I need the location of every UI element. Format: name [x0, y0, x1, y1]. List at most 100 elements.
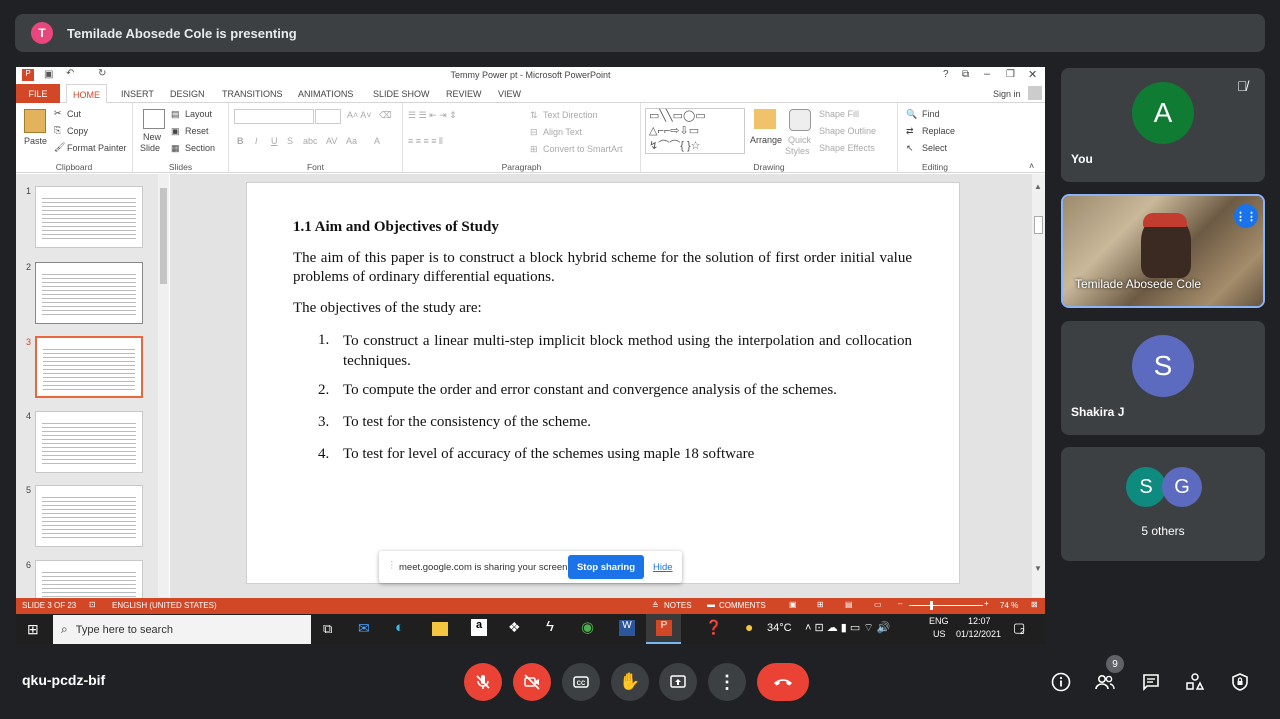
- font-size-box[interactable]: [315, 109, 341, 124]
- minimize-icon[interactable]: –: [984, 68, 990, 80]
- participant-tile-others[interactable]: S G 5 others: [1061, 447, 1265, 561]
- clear-format-icon[interactable]: ⌫: [379, 110, 392, 121]
- arrange-icon[interactable]: [754, 109, 776, 129]
- reset-button[interactable]: Reset: [185, 126, 209, 136]
- raise-hand-button[interactable]: ✋: [611, 663, 649, 701]
- bullets-icon[interactable]: ☰ ☰ ⇤ ⇥ ⇕: [408, 110, 457, 121]
- convert-smartart-button[interactable]: Convert to SmartArt: [543, 144, 623, 154]
- captions-button[interactable]: CC: [562, 663, 600, 701]
- zoom-in-icon[interactable]: +: [984, 599, 989, 608]
- select-button[interactable]: Select: [922, 143, 947, 153]
- tab-file[interactable]: FILE: [16, 84, 60, 103]
- windows-start-icon[interactable]: ⊞: [27, 621, 39, 638]
- task-view-icon[interactable]: ⧉: [323, 621, 332, 637]
- host-controls-button[interactable]: [1228, 670, 1252, 694]
- font-color-icon[interactable]: A: [374, 136, 380, 146]
- taskbar-search[interactable]: ⌕ Type here to search: [53, 615, 311, 644]
- weather-icon[interactable]: ●: [745, 619, 753, 635]
- hide-button[interactable]: Hide: [653, 562, 673, 573]
- slide-thumbnail[interactable]: [35, 262, 143, 324]
- present-button[interactable]: [659, 663, 697, 701]
- slide-thumbnail[interactable]: [35, 186, 143, 248]
- slide-scrollbar[interactable]: ▲ ▼: [1032, 174, 1045, 598]
- close-icon[interactable]: ✕: [1028, 68, 1037, 81]
- slide-sorter-icon[interactable]: ⊞: [817, 600, 824, 609]
- tab-home[interactable]: HOME: [66, 84, 107, 104]
- quick-styles-icon[interactable]: [789, 109, 811, 131]
- text-direction-button[interactable]: Text Direction: [543, 110, 598, 120]
- align-icons[interactable]: ≡ ≡ ≡ ≡ ⫴: [408, 136, 443, 147]
- shape-effects-button[interactable]: Shape Effects: [819, 143, 875, 153]
- cut-icon[interactable]: ✂: [54, 108, 62, 119]
- dropbox-icon[interactable]: ❖: [508, 619, 521, 636]
- slide-scroll-thumb[interactable]: [1034, 216, 1043, 234]
- spacing-icon[interactable]: AV: [326, 136, 337, 146]
- layout-icon[interactable]: ▤: [171, 109, 180, 120]
- shapes-gallery[interactable]: ▭╲╲▭◯▭ △⌐⌐⇨⇩▭ ↯⌒⌒{ }☆: [645, 108, 745, 154]
- spell-check-icon[interactable]: ⊡: [89, 600, 96, 609]
- reading-view-icon[interactable]: ▤: [845, 600, 853, 609]
- italic-icon[interactable]: I: [255, 136, 258, 146]
- align-text-button[interactable]: Align Text: [543, 127, 582, 137]
- scroll-up-icon[interactable]: ▲: [1034, 182, 1042, 191]
- tab-insert[interactable]: INSERT: [121, 89, 154, 99]
- slide-thumbnail[interactable]: [35, 560, 143, 600]
- participant-tile-you[interactable]: A 🎙̸ You: [1061, 68, 1265, 182]
- help-icon[interactable]: ?: [943, 69, 949, 80]
- scroll-down-icon[interactable]: ▼: [1034, 564, 1042, 573]
- meeting-details-button[interactable]: [1049, 670, 1073, 694]
- activities-button[interactable]: [1183, 670, 1207, 694]
- language-status[interactable]: ENGLISH (UNITED STATES): [112, 601, 217, 610]
- format-painter-button[interactable]: Format Painter: [67, 143, 127, 153]
- paste-button[interactable]: Paste: [24, 136, 47, 146]
- align-text-icon[interactable]: ⊟: [530, 127, 538, 138]
- temperature[interactable]: 34°C: [767, 622, 792, 634]
- slide-thumbnail[interactable]: [35, 485, 143, 547]
- clock-date[interactable]: 01/12/2021: [956, 629, 1001, 639]
- zoom-slider[interactable]: [909, 605, 983, 606]
- help-app-icon[interactable]: ❓: [705, 619, 722, 636]
- file-explorer-icon[interactable]: [432, 622, 448, 636]
- arrange-button[interactable]: Arrange: [750, 135, 782, 145]
- system-tray-icons[interactable]: ˄ ⊡ ☁ ▮ ▭ ⌔ 🔊: [805, 621, 890, 635]
- fit-slide-icon[interactable]: ⊠: [1031, 600, 1038, 609]
- section-button[interactable]: Section: [185, 143, 215, 153]
- edge-icon[interactable]: ◐: [395, 619, 404, 636]
- new-slide-button[interactable]: New: [143, 132, 161, 142]
- camera-button[interactable]: [513, 663, 551, 701]
- tab-view[interactable]: VIEW: [498, 89, 521, 99]
- tab-design[interactable]: DESIGN: [170, 89, 205, 99]
- section-icon[interactable]: ▦: [171, 143, 180, 154]
- mail-icon[interactable]: ✉: [358, 620, 370, 637]
- select-icon[interactable]: ↖: [906, 143, 914, 154]
- notes-button[interactable]: NOTES: [664, 601, 692, 610]
- thumbnails-scroll-thumb[interactable]: [160, 188, 167, 284]
- comments-button[interactable]: COMMENTS: [719, 601, 766, 610]
- notes-icon[interactable]: ≙: [652, 601, 659, 610]
- underline-icon[interactable]: U: [271, 136, 278, 146]
- quick-styles-button[interactable]: Quick: [788, 135, 811, 145]
- language-indicator-2[interactable]: US: [933, 629, 946, 639]
- format-painter-icon[interactable]: 🖌: [54, 142, 65, 153]
- tab-slide-show[interactable]: SLIDE SHOW: [373, 89, 430, 99]
- comments-icon[interactable]: ▬: [707, 600, 715, 609]
- collapse-ribbon-icon[interactable]: ˄: [1029, 161, 1034, 171]
- replace-icon[interactable]: ⇄: [906, 126, 914, 137]
- tab-animations[interactable]: ANIMATIONS: [298, 89, 353, 99]
- slide-thumbnail[interactable]: [35, 411, 143, 473]
- drag-handle-icon[interactable]: ⋮: [387, 560, 397, 571]
- app-icon[interactable]: ϟ: [546, 618, 554, 635]
- text-direction-icon[interactable]: ⇅: [530, 110, 538, 121]
- participant-tile-shakira[interactable]: S Shakira J: [1061, 321, 1265, 435]
- word-icon[interactable]: W: [619, 620, 635, 636]
- chrome-icon[interactable]: ◉: [581, 618, 594, 636]
- zoom-slider-thumb[interactable]: [930, 601, 933, 610]
- font-name-box[interactable]: [234, 109, 314, 124]
- stop-sharing-button[interactable]: Stop sharing: [568, 555, 644, 579]
- more-options-button[interactable]: ⋮: [708, 663, 746, 701]
- copy-button[interactable]: Copy: [67, 126, 88, 136]
- shadow-icon[interactable]: S: [287, 136, 293, 146]
- normal-view-icon[interactable]: ▣: [789, 600, 797, 609]
- new-slide-button-2[interactable]: Slide: [140, 143, 160, 153]
- clock-time[interactable]: 12:07: [968, 616, 991, 626]
